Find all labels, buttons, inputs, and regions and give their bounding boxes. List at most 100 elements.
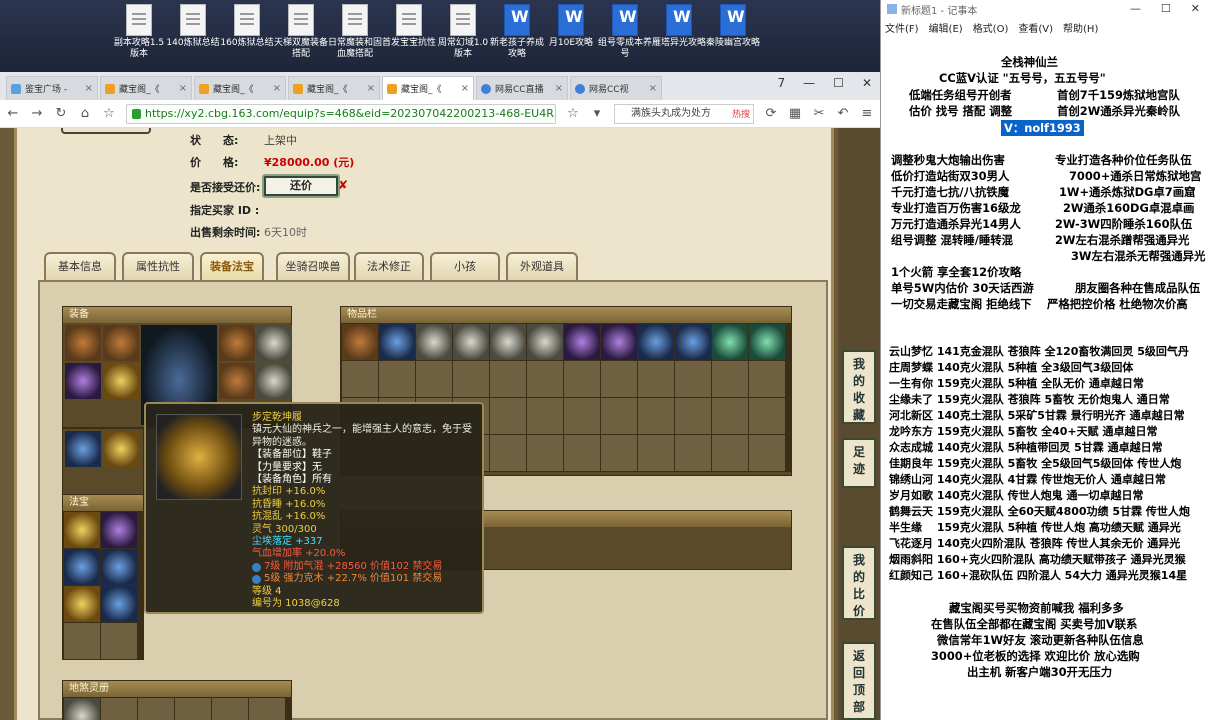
browser-tab[interactable]: 藏宝阁_《 ×	[194, 76, 286, 100]
detail-tab[interactable]: 外观道具	[506, 252, 578, 280]
inventory-slot[interactable]	[342, 324, 378, 360]
fabao-slot[interactable]	[101, 586, 137, 622]
star-icon[interactable]: ☆	[566, 106, 580, 121]
inventory-slot[interactable]	[712, 398, 748, 434]
back-icon[interactable]: ←	[6, 106, 20, 121]
inventory-slot[interactable]	[601, 324, 637, 360]
inventory-slot[interactable]	[675, 435, 711, 471]
bookmark-icon[interactable]: ☆	[102, 106, 116, 121]
equip-slot-shoes[interactable]	[103, 431, 139, 467]
desktop-file-icon[interactable]: 组号零成本养号	[598, 4, 652, 60]
detail-tab[interactable]: 法术修正	[354, 252, 424, 280]
equip-slot-armor[interactable]	[103, 325, 139, 361]
equip-slot-shoulder[interactable]	[219, 325, 255, 361]
undo-icon[interactable]: ↶	[836, 106, 850, 121]
inventory-slot[interactable]	[379, 361, 415, 397]
browser-tab[interactable]: 鉴宝广场 - ×	[6, 76, 98, 100]
dropdown-icon[interactable]: ▾	[590, 106, 604, 121]
desktop-file-icon[interactable]: 雁塔异光攻略	[652, 4, 706, 49]
inventory-slot[interactable]	[675, 361, 711, 397]
detail-tab[interactable]: 小孩	[430, 252, 500, 280]
detail-tab[interactable]: 装备法宝	[200, 252, 264, 280]
notepad-menu-item[interactable]: 帮助(H)	[1063, 20, 1098, 35]
inventory-slot[interactable]	[379, 324, 415, 360]
close-icon[interactable]: ✘	[338, 178, 348, 192]
inventory-slot[interactable]	[527, 398, 563, 434]
inventory-slot[interactable]	[490, 361, 526, 397]
browser-tab[interactable]: 网易CC视 ×	[570, 76, 662, 100]
notepad-menu-item[interactable]: 格式(O)	[973, 20, 1009, 35]
stash-slot[interactable]	[64, 698, 100, 720]
inventory-slot[interactable]	[564, 361, 600, 397]
inventory-slot[interactable]	[527, 435, 563, 471]
desktop-file-icon[interactable]: 新老孩子养成攻略	[490, 4, 544, 60]
browser-tab[interactable]: 藏宝阁_《 ×	[100, 76, 192, 100]
inventory-slot[interactable]	[749, 324, 785, 360]
inventory-slot[interactable]	[638, 361, 674, 397]
tab-close-icon[interactable]: ×	[273, 83, 281, 94]
equip-slot-extra[interactable]	[65, 431, 101, 467]
fabao-slot[interactable]	[101, 549, 137, 585]
home-icon[interactable]: ⌂	[78, 106, 92, 121]
menu-icon[interactable]: ≡	[860, 106, 874, 121]
desktop-file-icon[interactable]: 日常魔装和固血魔搭配	[328, 4, 382, 60]
desktop-file-icon[interactable]: 160炼狱总结	[220, 4, 274, 49]
equip-slot-ring[interactable]	[219, 363, 255, 399]
tab-close-icon[interactable]: ×	[461, 83, 469, 94]
inventory-slot[interactable]	[712, 361, 748, 397]
notepad-menu-item[interactable]: 文件(F)	[885, 20, 919, 35]
inventory-slot[interactable]	[416, 324, 452, 360]
desktop-file-icon[interactable]: 秦陵幽宫攻略	[706, 4, 760, 49]
notepad-menu-item[interactable]: 查看(V)	[1018, 20, 1053, 35]
stash-slot[interactable]	[138, 698, 174, 720]
tab-close-icon[interactable]: ×	[555, 83, 563, 94]
inventory-slot[interactable]	[638, 435, 674, 471]
tab-close-icon[interactable]: ×	[85, 83, 93, 94]
inventory-slot[interactable]	[749, 398, 785, 434]
stash-slot[interactable]	[175, 698, 211, 720]
inventory-slot[interactable]	[712, 324, 748, 360]
forward-icon[interactable]: →	[30, 106, 44, 121]
inventory-slot[interactable]	[675, 324, 711, 360]
fabao-slot[interactable]	[101, 623, 137, 659]
inventory-slot[interactable]	[749, 435, 785, 471]
equip-slot-bracelet[interactable]	[256, 363, 292, 399]
inventory-slot[interactable]	[490, 398, 526, 434]
inventory-slot[interactable]	[527, 324, 563, 360]
inventory-slot[interactable]	[712, 435, 748, 471]
inventory-slot[interactable]	[749, 361, 785, 397]
top-button[interactable]	[61, 128, 151, 134]
browser-tab[interactable]: 藏宝阁_《 ×	[288, 76, 380, 100]
inventory-slot[interactable]	[638, 324, 674, 360]
my-compare-button[interactable]: 我的比价	[842, 546, 876, 620]
fabao-slot[interactable]	[64, 549, 100, 585]
maximize-button[interactable]: ☐	[833, 76, 844, 90]
inventory-slot[interactable]	[564, 398, 600, 434]
bargain-button[interactable]: 还价	[262, 174, 340, 198]
footprint-button[interactable]: 足迹	[842, 438, 876, 488]
tab-close-icon[interactable]: ×	[367, 83, 375, 94]
detail-tab[interactable]: 坐骑召唤兽	[276, 252, 350, 280]
back-to-top-button[interactable]: 返回顶部	[842, 642, 876, 720]
inventory-slot[interactable]	[601, 361, 637, 397]
minimize-button[interactable]: —	[803, 76, 815, 90]
inventory-slot[interactable]	[601, 398, 637, 434]
inventory-slot[interactable]	[490, 324, 526, 360]
close-button[interactable]: ✕	[1191, 2, 1200, 15]
inventory-slot[interactable]	[342, 361, 378, 397]
fabao-slot[interactable]	[64, 623, 100, 659]
scissors-icon[interactable]: ✂	[812, 106, 826, 121]
stash-slot[interactable]	[249, 698, 285, 720]
grid-icon[interactable]: ▦	[788, 106, 802, 121]
tab-close-icon[interactable]: ×	[649, 83, 657, 94]
inventory-slot[interactable]	[527, 361, 563, 397]
inventory-slot[interactable]	[638, 398, 674, 434]
reload-icon[interactable]: ↻	[54, 106, 68, 121]
url-field[interactable]: https://xy2.cbg.163.com/equip?s=468&eid=…	[126, 103, 556, 124]
desktop-file-icon[interactable]: 副本攻略1.5版本	[112, 4, 166, 60]
notepad-text-area[interactable]: 全栈神仙兰 CC蓝V认证 "五号号，五五号号" 低端任务组号开创者 首创7千159炼狱…	[881, 36, 1208, 720]
inventory-slot[interactable]	[675, 398, 711, 434]
badge-icon[interactable]: 7	[778, 76, 786, 90]
refresh-icon[interactable]: ⟳	[764, 106, 778, 121]
desktop-file-icon[interactable]: 月10E攻略	[544, 4, 598, 49]
